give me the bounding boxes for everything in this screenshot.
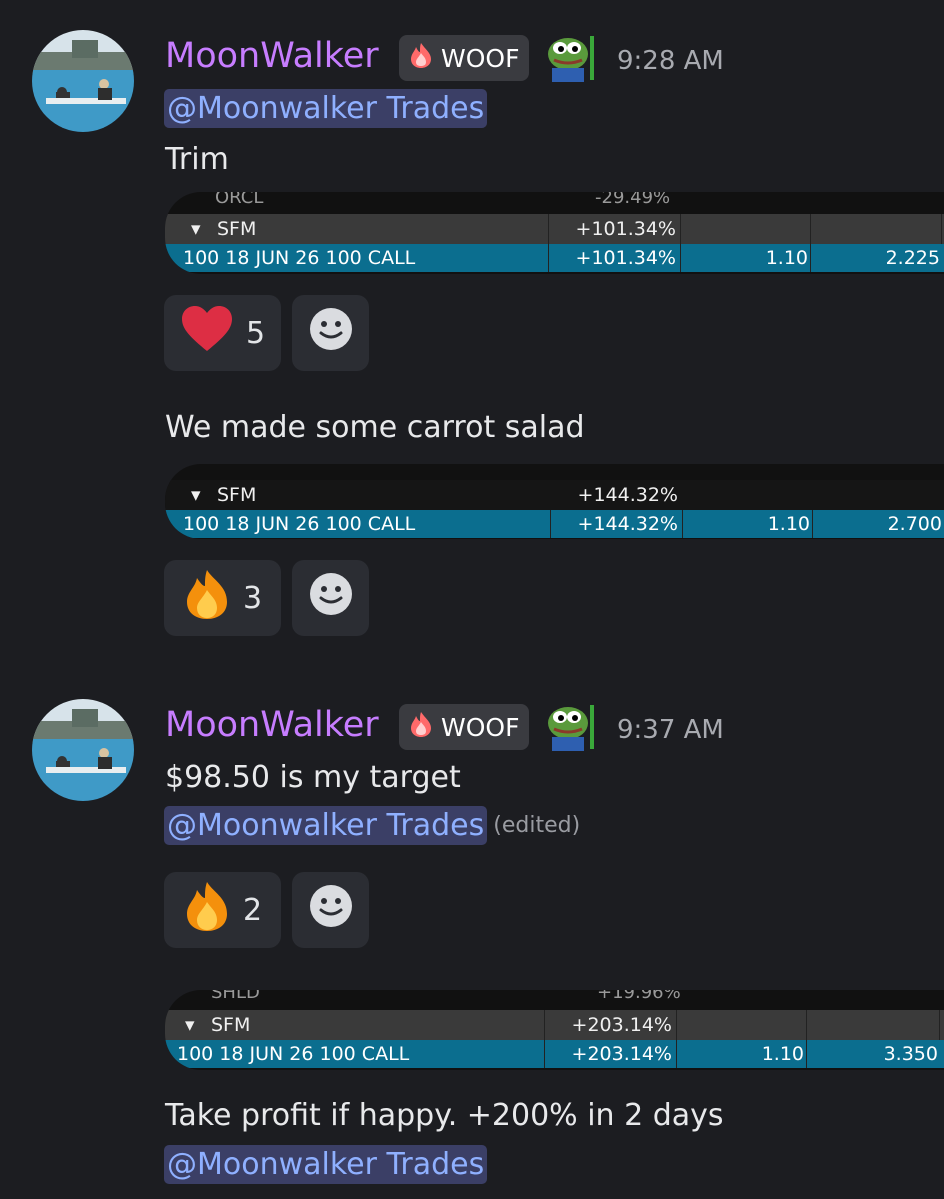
option-row: 100 18 JUN 26 100 CALL +144.32% 1.10 2.7… bbox=[165, 510, 944, 538]
mention-line: @Moonwalker Trades (edited) bbox=[164, 806, 580, 845]
avatar-image bbox=[32, 30, 134, 132]
add-reaction-button[interactable] bbox=[292, 295, 369, 371]
option-cost: 1.10 bbox=[767, 513, 810, 535]
symbol-pct: +144.32% bbox=[577, 484, 678, 506]
option-contract: 100 18 JUN 26 100 CALL bbox=[177, 1043, 410, 1065]
badge-label: WOOF bbox=[441, 43, 520, 73]
symbol-pct: +203.14% bbox=[571, 1014, 672, 1036]
symbol-name: SFM bbox=[211, 1014, 251, 1036]
heart-icon bbox=[180, 305, 234, 361]
username[interactable]: MoonWalker bbox=[165, 705, 379, 745]
position-screenshot: ▾ SFM +144.32% 100 18 JUN 26 100 CALL +1… bbox=[165, 464, 944, 539]
symbol-name: SFM bbox=[217, 484, 257, 506]
symbol-name: SFM bbox=[217, 218, 257, 240]
reaction-fire[interactable]: 3 bbox=[164, 560, 281, 636]
flame-badge-icon bbox=[407, 710, 435, 744]
pepe-icon bbox=[546, 34, 598, 86]
username[interactable]: MoonWalker bbox=[165, 36, 379, 76]
reaction-heart[interactable]: 5 bbox=[164, 295, 281, 371]
expand-arrow-icon: ▾ bbox=[191, 484, 201, 506]
partial-row bbox=[165, 464, 944, 480]
reaction-count: 3 bbox=[242, 580, 263, 616]
partial-row: ORCL -29.49% bbox=[165, 192, 944, 214]
role-badge[interactable]: WOOF bbox=[399, 35, 530, 81]
avatar-image bbox=[32, 699, 134, 801]
symbol-row: ▾ SFM +144.32% bbox=[165, 480, 944, 510]
option-row: 100 18 JUN 26 100 CALL +101.34% 1.10 2.2… bbox=[165, 244, 944, 272]
avatar[interactable] bbox=[32, 699, 134, 801]
edited-label: (edited) bbox=[493, 813, 581, 838]
expand-arrow-icon: ▾ bbox=[185, 1014, 195, 1036]
reaction-fire[interactable]: 2 bbox=[164, 872, 281, 948]
symbol-pct: +101.34% bbox=[575, 218, 676, 240]
option-pct: +101.34% bbox=[575, 247, 676, 269]
message-text: We made some carrot salad bbox=[165, 410, 585, 445]
symbol-row: ▾ SFM +101.34% bbox=[165, 214, 944, 244]
fire-icon bbox=[183, 568, 231, 628]
smiley-add-icon bbox=[309, 307, 353, 359]
timestamp: 9:37 AM bbox=[617, 715, 724, 745]
partial-symbol: SHLD bbox=[211, 990, 260, 1003]
badge-label: WOOF bbox=[441, 712, 520, 742]
fire-icon bbox=[183, 880, 231, 940]
message-text: $98.50 is my target bbox=[165, 760, 461, 795]
symbol-row: ▾ SFM +203.14% bbox=[165, 1010, 944, 1040]
pepe-icon bbox=[546, 703, 598, 755]
option-pct: +203.14% bbox=[571, 1043, 672, 1065]
option-cost: 1.10 bbox=[765, 247, 808, 269]
message-text: Take profit if happy. +200% in 2 days bbox=[165, 1098, 724, 1133]
option-contract: 100 18 JUN 26 100 CALL bbox=[183, 513, 416, 535]
user-mention[interactable]: @Moonwalker Trades bbox=[164, 89, 488, 128]
option-price: 3.350 bbox=[883, 1043, 938, 1065]
avatar[interactable] bbox=[32, 30, 134, 132]
expand-arrow-icon: ▾ bbox=[191, 218, 201, 240]
option-price: 2.700 bbox=[887, 513, 942, 535]
partial-row: SHLD +19.96% bbox=[165, 990, 944, 1010]
reaction-count: 2 bbox=[242, 892, 263, 928]
position-screenshot: ORCL -29.49% ▾ SFM +101.34% 100 18 JUN 2… bbox=[165, 192, 944, 274]
partial-pct: +19.96% bbox=[597, 990, 681, 1003]
smiley-add-icon bbox=[309, 572, 353, 624]
timestamp: 9:28 AM bbox=[617, 46, 724, 76]
add-reaction-button[interactable] bbox=[292, 872, 369, 948]
option-price: 2.225 bbox=[885, 247, 940, 269]
option-cost: 1.10 bbox=[761, 1043, 804, 1065]
partial-symbol: ORCL bbox=[215, 192, 264, 208]
option-row: 100 18 JUN 26 100 CALL +203.14% 1.10 3.3… bbox=[165, 1040, 944, 1068]
position-screenshot: SHLD +19.96% ▾ SFM +203.14% 100 18 JUN 2… bbox=[165, 990, 944, 1070]
user-mention[interactable]: @Moonwalker Trades bbox=[164, 806, 488, 845]
role-badge[interactable]: WOOF bbox=[399, 704, 530, 750]
message-text: Trim bbox=[165, 142, 229, 177]
smiley-add-icon bbox=[309, 884, 353, 936]
partial-pct: -29.49% bbox=[595, 192, 671, 208]
option-pct: +144.32% bbox=[577, 513, 678, 535]
user-mention[interactable]: @Moonwalker Trades bbox=[164, 1145, 488, 1184]
add-reaction-button[interactable] bbox=[292, 560, 369, 636]
flame-badge-icon bbox=[407, 41, 435, 75]
option-contract: 100 18 JUN 26 100 CALL bbox=[183, 247, 416, 269]
reaction-count: 5 bbox=[245, 315, 266, 351]
